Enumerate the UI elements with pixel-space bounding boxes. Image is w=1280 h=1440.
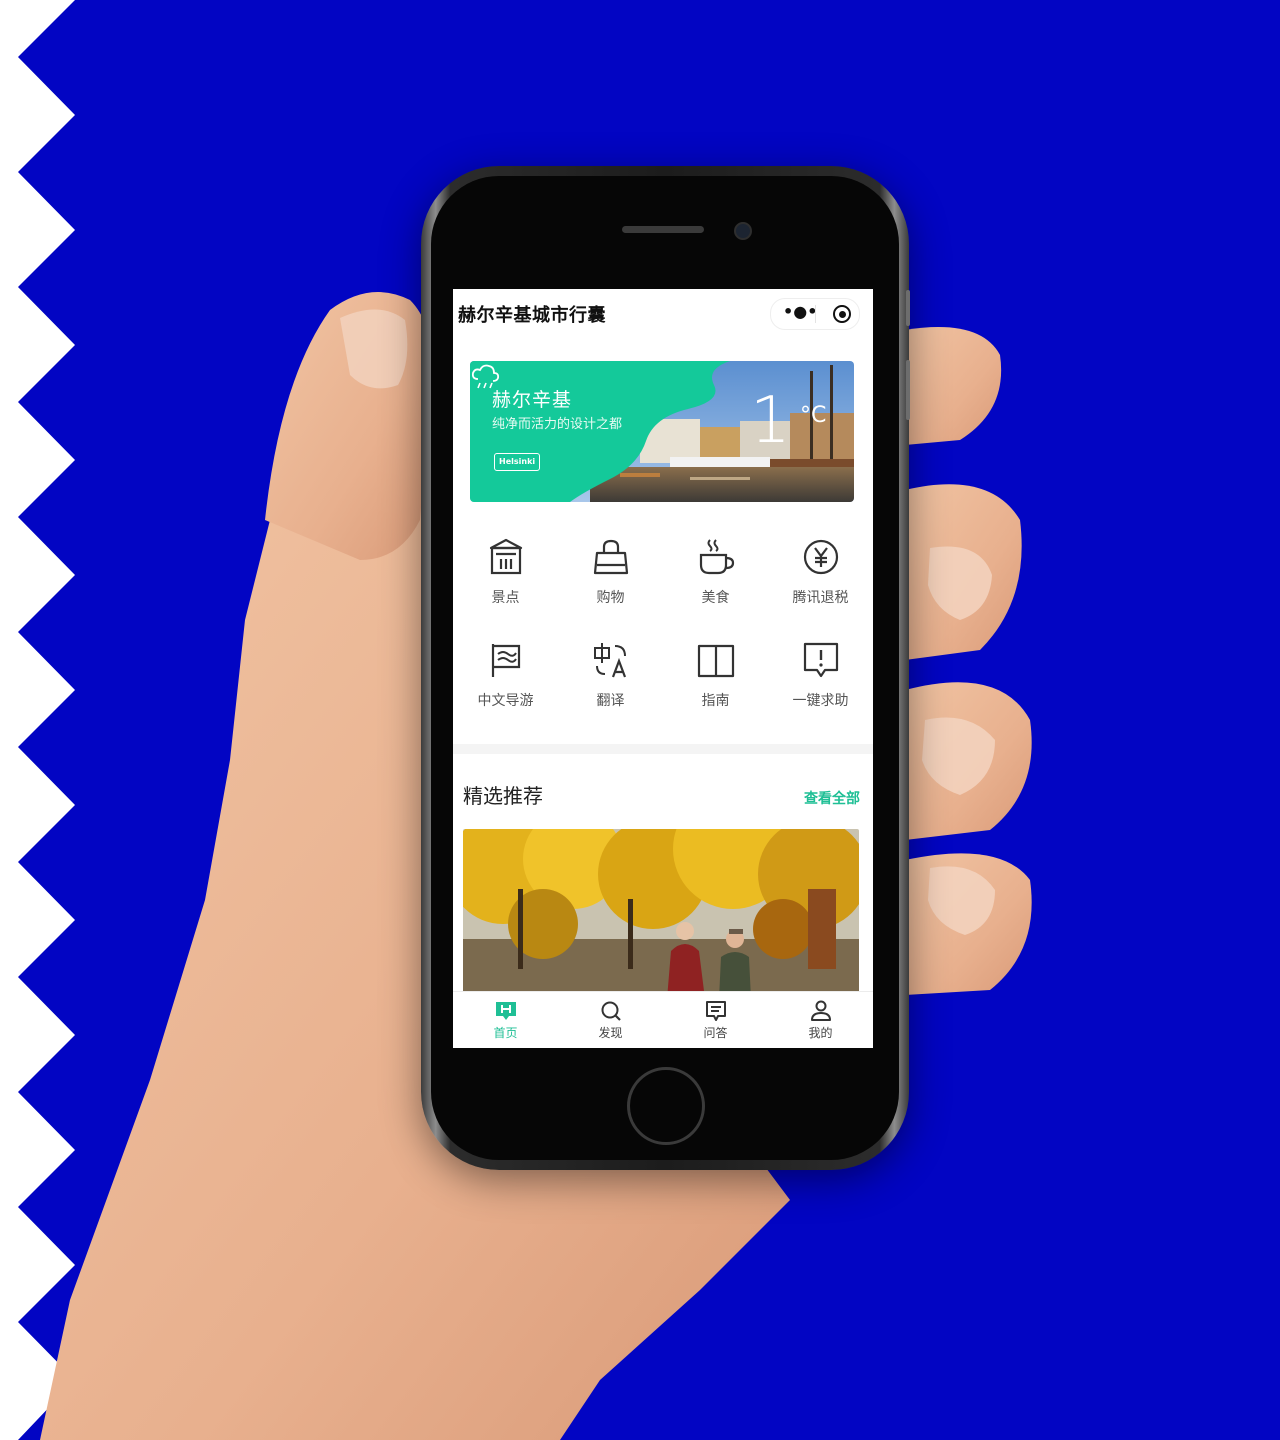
helsinki-logo: Helsinki <box>494 453 541 471</box>
museum-icon <box>489 538 522 575</box>
app-screen: 赫尔辛基城市行囊 •●• 赫尔辛基 纯净而活力的设计之都 Helsinki 1 … <box>453 289 873 1048</box>
featured-title: 精选推荐 <box>463 784 543 808</box>
service-label: 腾讯退税 <box>792 590 849 606</box>
service-food[interactable]: 美食 <box>663 537 768 607</box>
service-translate[interactable]: 翻译 <box>558 640 663 710</box>
tab-qa[interactable]: 问答 <box>663 1000 768 1041</box>
section-divider <box>453 744 873 754</box>
search-icon <box>601 1001 621 1021</box>
earpiece-speaker <box>622 226 704 233</box>
city-banner[interactable]: 赫尔辛基 纯净而活力的设计之都 Helsinki 1 °C <box>470 361 854 502</box>
user-icon <box>810 1000 831 1021</box>
service-help[interactable]: 一键求助 <box>768 640 873 710</box>
volume-button <box>906 360 910 420</box>
translate-icon <box>593 643 626 678</box>
service-label: 一键求助 <box>792 693 849 709</box>
mute-switch <box>906 290 910 326</box>
more-dots-icon[interactable]: •●• <box>783 302 817 321</box>
service-guide-cn[interactable]: 中文导游 <box>453 640 558 710</box>
service-label: 中文导游 <box>477 693 534 709</box>
yen-coin-icon <box>803 539 838 575</box>
service-tax-refund[interactable]: 腾讯退税 <box>768 537 873 607</box>
tab-bar: 首页 发现 问答 我的 <box>453 991 873 1048</box>
tab-home[interactable]: 首页 <box>453 1000 558 1041</box>
book-icon <box>697 644 734 678</box>
target-icon[interactable] <box>833 305 851 323</box>
shopping-bag-icon <box>593 539 628 575</box>
see-all-link[interactable]: 查看全部 <box>804 788 860 808</box>
home-button[interactable] <box>627 1067 705 1145</box>
capsule-divider <box>815 305 816 323</box>
flag-icon <box>491 644 520 677</box>
service-label: 指南 <box>701 693 730 709</box>
tab-label: 发现 <box>598 1026 623 1040</box>
service-label: 翻译 <box>596 693 625 709</box>
featured-photo[interactable] <box>463 829 859 999</box>
service-label: 购物 <box>596 590 625 606</box>
service-label: 景点 <box>491 590 520 606</box>
service-shopping[interactable]: 购物 <box>558 537 663 607</box>
cloudy-rain-icon <box>471 364 500 389</box>
banner-slogan: 纯净而活力的设计之都 <box>492 417 623 432</box>
home-h-icon <box>495 1002 516 1020</box>
chat-icon <box>705 1001 726 1021</box>
tab-label: 问答 <box>703 1026 728 1040</box>
banner-city-name: 赫尔辛基 <box>492 389 573 411</box>
tab-discover[interactable]: 发现 <box>558 1000 663 1041</box>
miniprogram-capsule: •●• <box>770 298 860 330</box>
page-title: 赫尔辛基城市行囊 <box>458 305 606 326</box>
service-guidebook[interactable]: 指南 <box>663 640 768 710</box>
service-label: 美食 <box>701 590 730 606</box>
temperature-unit: °C <box>800 403 827 428</box>
alert-icon <box>803 642 838 678</box>
front-camera <box>734 222 752 240</box>
tab-me[interactable]: 我的 <box>768 1000 873 1041</box>
temperature-value: 1 <box>750 384 791 458</box>
tab-label: 首页 <box>493 1026 518 1040</box>
tab-label: 我的 <box>808 1026 833 1040</box>
coffee-cup-icon <box>699 539 734 575</box>
service-spots[interactable]: 景点 <box>453 537 558 607</box>
